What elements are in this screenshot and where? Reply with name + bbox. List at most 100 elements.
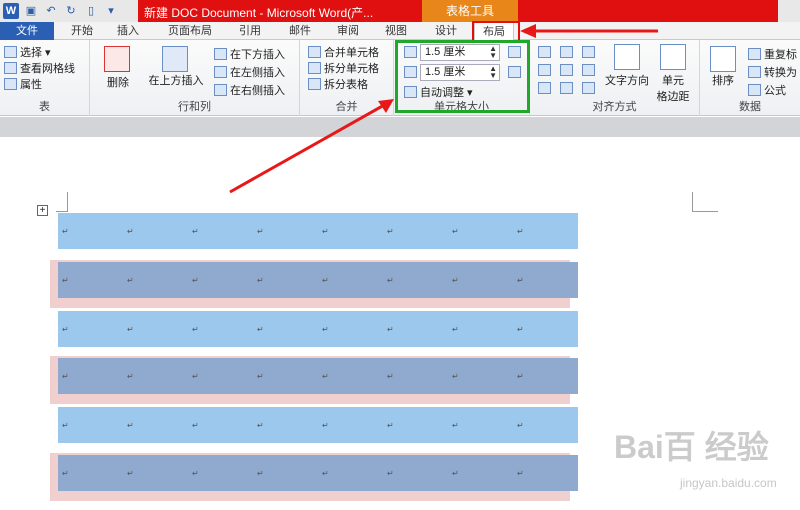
insert-above-button[interactable]: 在上方插入 [144, 72, 208, 88]
align-middle-right-icon[interactable] [582, 64, 595, 76]
cell-end-mark: ↵ [127, 276, 134, 285]
cell-end-mark: ↵ [192, 421, 199, 430]
align-bottom-right-icon[interactable] [582, 82, 595, 94]
properties-button[interactable]: 属性 [4, 76, 42, 92]
convert-label: 转换为 [764, 67, 797, 79]
cell-end-mark: ↵ [62, 469, 69, 478]
tab-design[interactable]: 设计 [426, 22, 466, 40]
align-top-right-icon[interactable] [582, 46, 595, 58]
align-middle-left-icon[interactable] [538, 64, 551, 76]
formula-label: 公式 [764, 85, 786, 97]
cell-end-mark: ↵ [257, 325, 264, 334]
cell-end-mark: ↵ [387, 469, 394, 478]
cell-end-mark: ↵ [452, 372, 459, 381]
split-table-button[interactable]: 拆分表格 [308, 76, 368, 92]
tab-references[interactable]: 引用 [230, 22, 270, 40]
cell-end-mark: ↵ [322, 421, 329, 430]
table-tools-context-label: 表格工具 [422, 0, 518, 22]
group-label-data: 数据 [739, 101, 761, 113]
tab-review[interactable]: 审阅 [328, 22, 368, 40]
cell-margins-icon[interactable] [660, 44, 686, 70]
properties-label: 属性 [20, 79, 42, 91]
new-doc-icon[interactable]: ▯ [83, 3, 99, 19]
tab-file[interactable]: 文件 [0, 22, 54, 40]
align-bottom-left-icon[interactable] [538, 82, 551, 94]
redo-icon[interactable]: ↻ [63, 3, 79, 19]
cell-end-mark: ↵ [322, 469, 329, 478]
text-direction-icon[interactable] [614, 44, 640, 70]
title-bar: W ▣ ↶ ↻ ▯ ▾ 新建 DOC Document - Microsoft … [0, 0, 800, 22]
cell-end-mark: ↵ [257, 372, 264, 381]
group-merge: 合并单元格 拆分单元格 拆分表格 合并 [300, 40, 394, 116]
delete-icon[interactable] [104, 46, 130, 72]
cell-end-mark: ↵ [192, 276, 199, 285]
cell-end-mark: ↵ [452, 227, 459, 236]
customize-icon[interactable]: ▾ [103, 3, 119, 19]
sort-icon[interactable] [710, 46, 736, 72]
formula-icon [748, 84, 761, 96]
align-top-left-icon[interactable] [538, 46, 551, 58]
insert-below-label: 在下方插入 [230, 49, 285, 61]
align-middle-center-icon[interactable] [560, 64, 573, 76]
cell-end-mark: ↵ [322, 325, 329, 334]
group-label-rows-columns: 行和列 [178, 101, 211, 113]
text-direction-button[interactable]: 文字方向 [600, 72, 654, 88]
table-row[interactable]: ↵ ↵ ↵ ↵ ↵ ↵ ↵ ↵ [58, 455, 578, 491]
table-move-handle-icon[interactable]: + [37, 205, 48, 216]
insert-right-label: 在右侧插入 [230, 85, 285, 97]
split-cells-icon [308, 62, 321, 74]
cell-size-highlight [395, 40, 530, 113]
cell-end-mark: ↵ [517, 469, 524, 478]
merge-cells-button[interactable]: 合并单元格 [308, 44, 379, 60]
margin-corner-left [56, 192, 68, 212]
insert-above-icon[interactable] [162, 46, 188, 72]
cell-end-mark: ↵ [387, 325, 394, 334]
table-row[interactable]: ↵ ↵ ↵ ↵ ↵ ↵ ↵ ↵ [58, 407, 578, 443]
split-cells-button[interactable]: 拆分单元格 [308, 60, 379, 76]
cell-end-mark: ↵ [62, 276, 69, 285]
align-top-center-icon[interactable] [560, 46, 573, 58]
delete-button[interactable]: 删除 [98, 74, 138, 90]
group-table: 选择 ▾ 查看网格线 属性 表 [0, 40, 90, 116]
table-row[interactable]: ↵ ↵ ↵ ↵ ↵ ↵ ↵ ↵ [58, 262, 578, 298]
tab-page-layout[interactable]: 页面布局 [158, 22, 222, 40]
save-icon[interactable]: ▣ [23, 3, 39, 19]
cell-end-mark: ↵ [192, 227, 199, 236]
sort-button[interactable]: 排序 [706, 72, 740, 88]
tab-mailings[interactable]: 邮件 [280, 22, 320, 40]
insert-below-button[interactable]: 在下方插入 [214, 46, 285, 62]
undo-icon[interactable]: ↶ [43, 3, 59, 19]
select-label: 选择 ▾ [20, 47, 51, 59]
cell-end-mark: ↵ [322, 276, 329, 285]
repeat-header-button[interactable]: 重复标 [748, 46, 797, 62]
insert-below-icon [214, 48, 227, 60]
formula-button[interactable]: 公式 [748, 82, 786, 98]
view-gridlines-button[interactable]: 查看网格线 [4, 60, 75, 76]
select-button[interactable]: 选择 ▾ [4, 44, 51, 60]
cell-end-mark: ↵ [127, 372, 134, 381]
cell-end-mark: ↵ [452, 276, 459, 285]
tab-home[interactable]: 开始 [62, 22, 102, 40]
insert-right-button[interactable]: 在右侧插入 [214, 82, 285, 98]
cell-end-mark: ↵ [517, 372, 524, 381]
table-row[interactable]: ↵ ↵ ↵ ↵ ↵ ↵ ↵ ↵ [58, 311, 578, 347]
group-label-table: 表 [39, 101, 50, 113]
table-row[interactable]: ↵ ↵ ↵ ↵ ↵ ↵ ↵ ↵ [58, 358, 578, 394]
split-table-label: 拆分表格 [324, 79, 368, 91]
baidu-watermark-logo: Bai百 经验 [614, 429, 769, 465]
select-icon [4, 46, 17, 58]
cell-end-mark: ↵ [452, 325, 459, 334]
cell-end-mark: ↵ [517, 276, 524, 285]
table-row[interactable]: ↵ ↵ ↵ ↵ ↵ ↵ ↵ ↵ [58, 213, 578, 249]
tab-insert[interactable]: 插入 [108, 22, 148, 40]
cell-end-mark: ↵ [452, 469, 459, 478]
convert-to-text-button[interactable]: 转换为 [748, 64, 797, 80]
tab-view[interactable]: 视图 [376, 22, 416, 40]
insert-left-button[interactable]: 在左侧插入 [214, 64, 285, 80]
word-logo-icon[interactable]: W [3, 3, 19, 19]
cell-end-mark: ↵ [387, 276, 394, 285]
align-bottom-center-icon[interactable] [560, 82, 573, 94]
gridlines-label: 查看网格线 [20, 63, 75, 75]
cell-end-mark: ↵ [257, 469, 264, 478]
layout-tab-highlight [472, 21, 520, 42]
